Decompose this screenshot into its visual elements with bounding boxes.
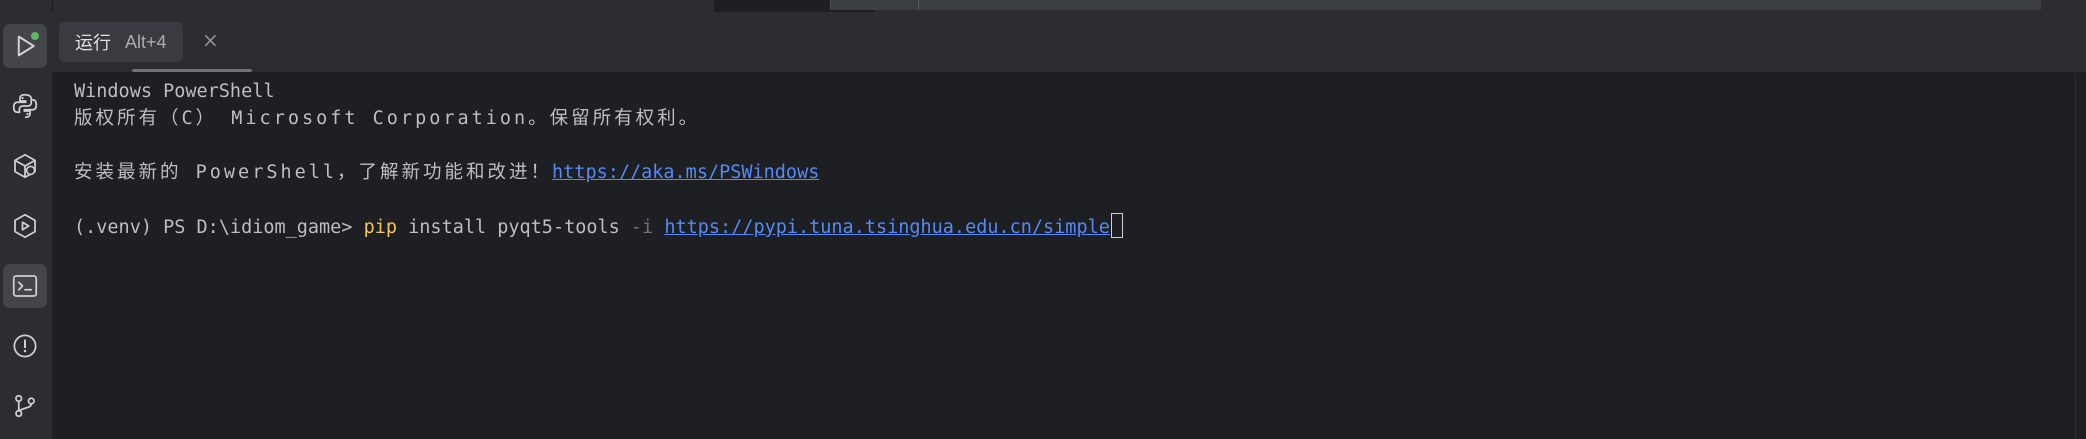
terminal-scrollbar[interactable] [2075,73,2086,439]
close-icon[interactable]: × [202,30,219,50]
tab-run-label: 运行 [75,33,111,53]
editor-area-edge [52,0,2086,12]
text-cursor [1110,213,1123,238]
terminal-line-copyright: 版权所有（C） Microsoft Corporation。保留所有权利。 [74,108,701,129]
command-flag: -i [630,217,654,238]
terminal-icon [12,275,38,297]
prompt: (.venv) PS D:\idiom_game> [74,217,364,238]
update-link[interactable]: https://aka.ms/PSWindows [552,162,819,183]
terminal-line-header: Windows PowerShell [74,81,275,102]
git-icon [15,394,35,418]
python-packages-tool-button[interactable] [3,144,47,188]
tab-run[interactable]: 运行 Alt+4 [59,22,183,62]
terminal-line-update-hint: 安装最新的 PowerShell，了解新功能和改进！https://aka.ms… [74,159,819,186]
python-console-icon [12,93,38,119]
ide-window: 运行 Alt+4 × Windows PowerShell 版权所有（C） Mi… [0,0,2086,439]
command-args: install pyqt5-tools [397,217,631,238]
command-pip: pip [363,217,398,238]
python-console-tool-button[interactable] [3,84,47,128]
problems-tool-button[interactable] [3,324,47,368]
run-tool-button[interactable] [3,24,47,68]
tab-scroll-indicator [132,69,252,72]
python-packages-icon [14,153,36,179]
tab-run-shortcut: Alt+4 [125,31,167,52]
index-url-link[interactable]: https://pypi.tuna.tsinghua.edu.cn/simple [664,217,1110,238]
editor-scroll-edge [830,0,2041,10]
run-status-dot [31,32,39,40]
command-space [653,217,664,238]
terminal-command-line[interactable]: (.venv) PS D:\idiom_game> pip install py… [74,213,1123,240]
tool-window-header: 运行 Alt+4 × [52,12,2086,73]
update-hint-text: 安装最新的 PowerShell，了解新功能和改进！ [74,162,553,183]
tool-window-strip [0,0,53,439]
services-tool-button[interactable] [3,204,47,248]
editor-divider [918,0,919,10]
services-icon [14,213,36,239]
terminal-tool-button[interactable] [3,264,47,308]
terminal-output[interactable]: Windows PowerShell 版权所有（C） Microsoft Cor… [52,73,2086,439]
problems-icon [13,334,37,358]
git-tool-button[interactable] [3,384,47,428]
